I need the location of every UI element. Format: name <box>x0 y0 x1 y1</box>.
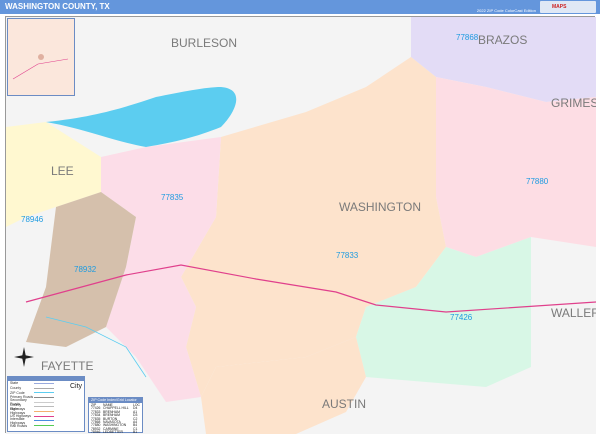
title-bar: WASHINGTON COUNTY, TX 2022 ZIP Code Colo… <box>0 0 600 14</box>
zip-label-77833: 77833 <box>336 251 359 260</box>
zip-label-77426: 77426 <box>450 313 473 322</box>
zip-label-77880: 77880 <box>526 177 549 186</box>
zip-label-78932: 78932 <box>74 265 97 274</box>
zip-label-77868: 77868 <box>456 33 479 42</box>
county-label-lee: LEE <box>51 164 74 178</box>
zip-label-77835: 77835 <box>161 193 184 202</box>
county-label-austin: AUSTIN <box>322 397 366 411</box>
publisher-logo: MAPS <box>540 1 596 13</box>
county-label-waller: WALLER <box>551 306 596 320</box>
edition-label: 2022 ZIP Code ColorCast Edition <box>476 8 536 13</box>
map-canvas[interactable]: BURLESON BRAZOS GRIMES LEE WASHINGTON FA… <box>5 16 600 434</box>
inset-svg <box>12 54 69 80</box>
county-label-burleson: BURLESON <box>171 36 237 50</box>
legend-city-label: City <box>70 383 83 390</box>
legend-row: Rail Roads <box>8 423 84 428</box>
locator-inset-map <box>7 18 75 96</box>
zip-label-78946: 78946 <box>21 215 44 224</box>
map-title: WASHINGTON COUNTY, TX <box>5 2 110 11</box>
zip-index-table: ZIP Code Index/Grid Locator ZIP NAME LOC 7… <box>88 397 143 435</box>
county-label-brazos: BRAZOS <box>478 33 527 47</box>
table-row: 78946 LEDBETTER B1 <box>91 430 138 435</box>
county-label-washington: WASHINGTON <box>339 200 421 214</box>
map-svg: BURLESON BRAZOS GRIMES LEE WASHINGTON FA… <box>6 17 600 434</box>
county-label-grimes: GRIMES <box>551 96 596 110</box>
county-label-fayette: FAYETTE <box>41 359 93 373</box>
map-legend: State County ZIP Code Primary Roads Seco… <box>7 376 85 432</box>
